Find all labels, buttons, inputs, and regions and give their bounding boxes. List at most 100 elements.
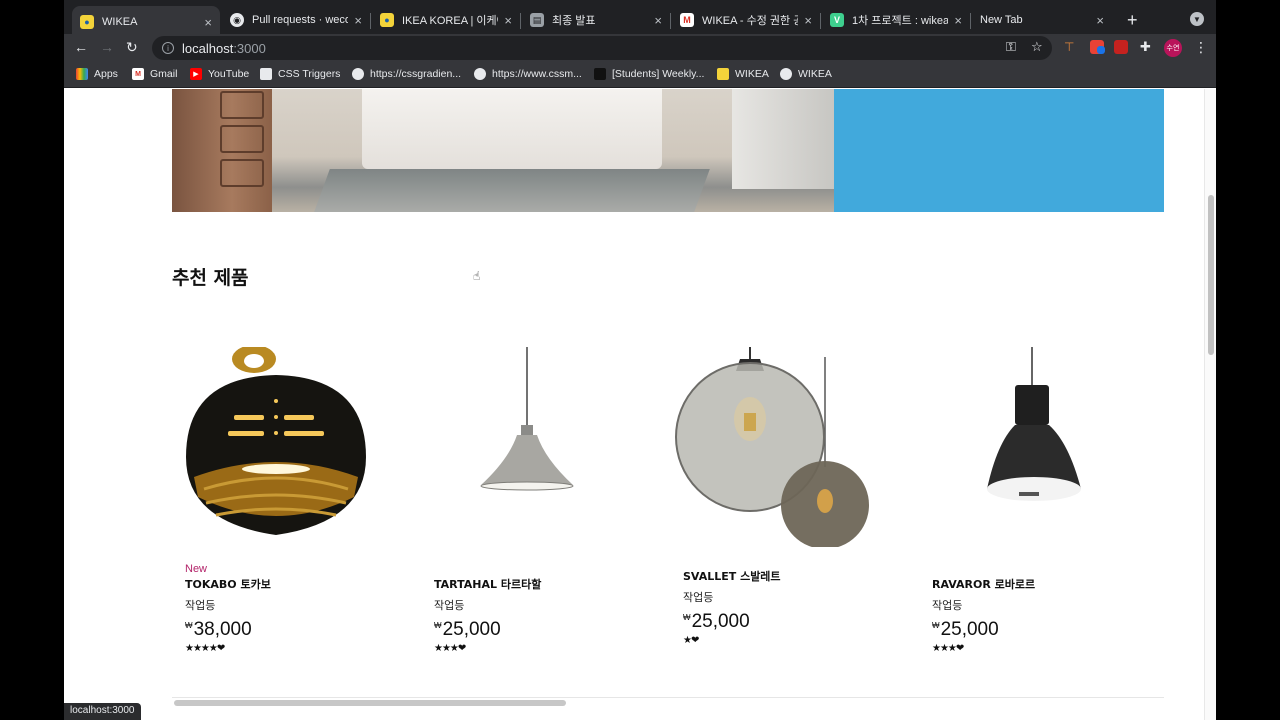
puzzle-icon[interactable]: ✚ xyxy=(1140,39,1151,55)
bookmark-label: WIKEA xyxy=(735,68,769,80)
notion-icon xyxy=(594,68,606,80)
tab-separator xyxy=(970,13,971,29)
close-icon[interactable]: × xyxy=(1096,13,1104,28)
new-tab-button[interactable]: + xyxy=(1127,10,1138,31)
back-icon[interactable]: ← xyxy=(74,39,88,55)
apps-grid-icon xyxy=(76,68,88,80)
extension-icon[interactable]: ⊤ xyxy=(1064,40,1078,54)
tab-title: New Tab xyxy=(980,14,1023,26)
product-name[interactable]: TARTAHAL 타르타할 xyxy=(434,576,541,592)
carousel-scrollbar[interactable] xyxy=(172,697,1164,707)
extension-icon[interactable] xyxy=(1114,40,1128,54)
bookmark-wikea[interactable]: WIKEA xyxy=(717,68,769,80)
globe-icon xyxy=(474,68,486,80)
page-scrollbar[interactable] xyxy=(1204,89,1216,720)
drawer xyxy=(220,91,264,119)
tab-wikea-share[interactable]: M WIKEA - 수정 권한 공유 × xyxy=(672,6,820,34)
extension-badge-icon xyxy=(1097,46,1105,54)
close-icon[interactable]: × xyxy=(804,13,812,28)
tab-title: WIKEA xyxy=(102,16,138,28)
product-category: 작업등 xyxy=(185,599,216,612)
profile-avatar[interactable]: 수연 xyxy=(1164,39,1182,57)
tab-final-presentation[interactable]: ▤ 최종 발표 × xyxy=(522,6,670,34)
bookmark-cssmatic[interactable]: https://www.cssm... xyxy=(474,68,582,80)
section-title: 추천 제품 xyxy=(172,267,249,289)
tab-title: 최종 발표 xyxy=(552,15,596,27)
bookmark-wikea-2[interactable]: WIKEA xyxy=(780,68,832,80)
currency-symbol: ₩ xyxy=(683,613,691,622)
bookmark-star-icon[interactable]: ☆ xyxy=(1031,39,1043,55)
tab-first-project[interactable]: V 1차 프로젝트 : wikea × xyxy=(822,6,970,34)
product-price: ₩ 38,000 xyxy=(185,619,271,641)
tab-new-tab[interactable]: New Tab × xyxy=(972,6,1112,34)
bookmark-apps[interactable]: Apps xyxy=(76,68,118,80)
tab-separator xyxy=(370,13,371,29)
dresser-illustration xyxy=(172,89,272,212)
bookmark-cssgradient[interactable]: https://cssgradien... xyxy=(352,68,461,80)
site-info-icon[interactable]: i xyxy=(162,42,174,54)
hand-cursor-icon: ☝ xyxy=(473,269,481,283)
currency-symbol: ₩ xyxy=(185,621,193,630)
address-bar[interactable]: i localhost :3000 xyxy=(152,36,1052,60)
rating-icons: ★★★★❤ xyxy=(185,643,225,654)
close-icon[interactable]: × xyxy=(354,13,362,28)
bookmark-students-weekly[interactable]: [Students] Weekly... xyxy=(594,68,704,80)
product-name[interactable]: SVALLET 스발레트 xyxy=(683,568,781,584)
ikea-icon xyxy=(717,68,729,80)
product-price: ₩ 25,000 xyxy=(434,619,541,641)
globe-icon xyxy=(352,68,364,80)
globe-icon xyxy=(780,68,792,80)
product-meta: SVALLET 스발레트 작업등 ₩ 25,000 ★❤ xyxy=(683,555,781,646)
ikea-icon: ● xyxy=(80,15,94,29)
close-icon[interactable]: × xyxy=(654,13,662,28)
page-scroll-thumb[interactable] xyxy=(1208,195,1214,355)
tab-strip: ● WIKEA × ◉ Pull requests · wecod × ● IK… xyxy=(64,0,1216,38)
bookmark-label: Apps xyxy=(94,68,118,80)
close-icon[interactable]: × xyxy=(204,15,212,30)
tab-search-icon[interactable]: ▼ xyxy=(1190,12,1204,26)
rating-icons: ★★★❤ xyxy=(932,643,964,654)
doc-icon: ▤ xyxy=(530,13,544,27)
carousel-scroll-thumb[interactable] xyxy=(174,700,566,706)
hero-banner-panel[interactable] xyxy=(834,89,1164,212)
currency-symbol: ₩ xyxy=(932,621,940,630)
right-letterbox xyxy=(1216,0,1280,720)
tab-separator xyxy=(670,13,671,29)
bed-illustration xyxy=(362,89,662,169)
pendant-lamp-image xyxy=(186,347,366,535)
v-icon: V xyxy=(830,13,844,27)
drawer xyxy=(220,159,264,187)
close-icon[interactable]: × xyxy=(954,13,962,28)
tab-ikea-korea[interactable]: ● IKEA KOREA | 이케아 코 × xyxy=(372,6,520,34)
gmail-icon: M xyxy=(680,13,694,27)
address-host: localhost xyxy=(182,40,234,56)
bookmark-youtube[interactable]: ▶ YouTube xyxy=(190,68,249,80)
left-letterbox xyxy=(0,0,64,720)
browser-window: ● WIKEA × ◉ Pull requests · wecod × ● IK… xyxy=(64,0,1216,720)
page-content: 추천 제품 ☝ New TOKABO 토카보 작업등 ₩ 38,000 ★★★★… xyxy=(64,89,1216,720)
key-icon[interactable]: ⚿ xyxy=(1006,39,1016,55)
status-bar: localhost:3000 xyxy=(64,703,141,720)
bookmark-label: YouTube xyxy=(208,68,250,80)
product-name[interactable]: TOKABO 토카보 xyxy=(185,576,271,592)
drawer xyxy=(220,125,264,153)
bookmark-label: Gmail xyxy=(150,68,178,80)
tab-separator xyxy=(820,13,821,29)
menu-icon[interactable]: ⋮ xyxy=(1194,39,1208,56)
github-icon: ◉ xyxy=(230,13,244,27)
close-icon[interactable]: × xyxy=(504,13,512,28)
tab-title: Pull requests · wecod xyxy=(252,14,349,26)
product-meta: New TOKABO 토카보 작업등 ₩ 38,000 ★★★★❤ xyxy=(185,563,271,654)
hero-banner-image xyxy=(172,89,834,212)
rug-illustration xyxy=(314,169,710,212)
reload-icon[interactable]: ↻ xyxy=(126,39,138,56)
bookmark-label: CSS Triggers xyxy=(278,68,341,80)
product-category: 작업등 xyxy=(932,599,963,612)
bookmark-css-triggers[interactable]: CSS Triggers xyxy=(260,68,340,80)
product-name[interactable]: RAVAROR 로바로르 xyxy=(932,576,1035,592)
tab-pull-requests[interactable]: ◉ Pull requests · wecod × xyxy=(222,6,370,34)
gmail-icon: M xyxy=(132,68,144,80)
forward-icon[interactable]: → xyxy=(100,39,114,55)
bookmark-gmail[interactable]: M Gmail xyxy=(132,68,177,80)
window-illustration xyxy=(732,89,834,189)
